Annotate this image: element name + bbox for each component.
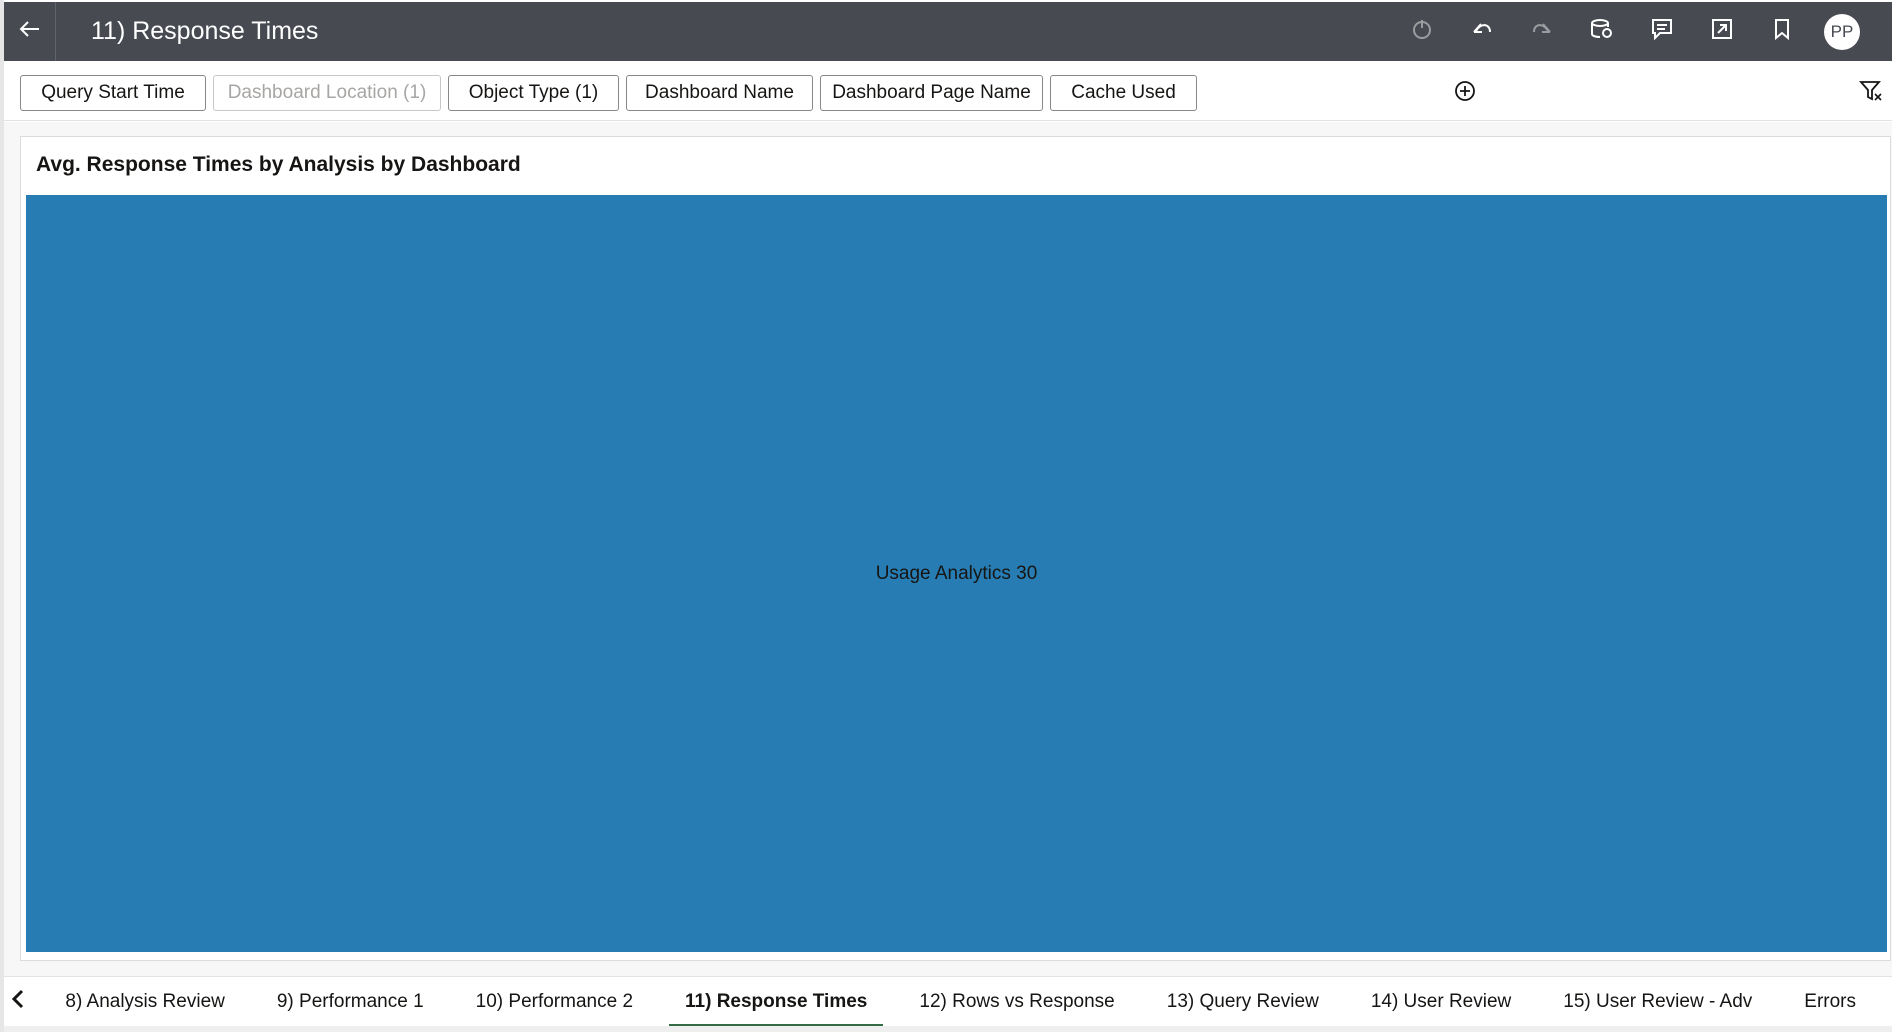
refresh-button[interactable] <box>1392 2 1452 61</box>
visualization-panel[interactable]: Avg. Response Times by Analysis by Dashb… <box>20 136 1891 961</box>
data-refresh-icon <box>1590 18 1614 45</box>
filter-toggle-button[interactable] <box>1856 79 1886 107</box>
tabs-scroll-left-button[interactable] <box>4 977 31 1027</box>
filter-query-start-time[interactable]: Query Start Time <box>20 75 206 111</box>
undo-icon <box>1471 19 1493 44</box>
redo-icon <box>1531 19 1553 44</box>
tab-user-review[interactable]: 14) User Review <box>1355 977 1527 1027</box>
tab-user-review-adv[interactable]: 15) User Review - Adv <box>1547 977 1768 1027</box>
bookmark-button[interactable] <box>1752 2 1812 61</box>
present-button[interactable] <box>1692 2 1752 61</box>
app-header: 11) Response Times PP <box>4 2 1892 61</box>
filter-dashboard-location[interactable]: Dashboard Location (1) <box>213 75 441 111</box>
tab-query-review[interactable]: 13) Query Review <box>1151 977 1335 1027</box>
filter-dashboard-page-name[interactable]: Dashboard Page Name <box>820 75 1043 111</box>
bookmark-icon <box>1773 18 1791 45</box>
chevron-left-icon <box>11 989 25 1014</box>
tab-analysis-review[interactable]: 8) Analysis Review <box>49 977 240 1027</box>
treemap-tile-label: Usage Analytics 30 <box>875 562 1038 584</box>
redo-button[interactable] <box>1512 2 1572 61</box>
tabs-list: 8) Analysis Review 9) Performance 1 10) … <box>49 977 1892 1027</box>
tab-errors[interactable]: Errors <box>1788 977 1872 1027</box>
treemap-chart: Usage Analytics 30 <box>26 195 1887 952</box>
filter-cache-used[interactable]: Cache Used <box>1050 75 1197 111</box>
add-circle-icon <box>1454 80 1476 107</box>
refresh-icon <box>1411 18 1433 45</box>
tab-response-times[interactable]: 11) Response Times <box>669 977 884 1027</box>
tab-performance-1[interactable]: 9) Performance 1 <box>261 977 440 1027</box>
filter-dashboard-name[interactable]: Dashboard Name <box>626 75 813 111</box>
tab-performance-2[interactable]: 10) Performance 2 <box>460 977 649 1027</box>
arrow-left-icon <box>19 20 41 43</box>
present-icon <box>1711 18 1733 45</box>
filter-icon <box>1859 80 1883 107</box>
data-refresh-button[interactable] <box>1572 2 1632 61</box>
page-tab-bar: 8) Analysis Review 9) Performance 1 10) … <box>4 976 1892 1027</box>
undo-button[interactable] <box>1452 2 1512 61</box>
comments-button[interactable] <box>1632 2 1692 61</box>
user-avatar[interactable]: PP <box>1824 13 1860 50</box>
visualization-title: Avg. Response Times by Analysis by Dashb… <box>36 153 521 176</box>
filter-object-type[interactable]: Object Type (1) <box>448 75 619 111</box>
filter-bar: Query Start Time Dashboard Location (1) … <box>4 61 1892 121</box>
tab-rows-vs-response[interactable]: 12) Rows vs Response <box>903 977 1130 1027</box>
page-title: 11) Response Times <box>91 17 319 45</box>
header-actions: PP <box>1392 2 1860 61</box>
back-button[interactable] <box>4 2 56 61</box>
treemap-tile-usage-analytics[interactable]: Usage Analytics 30 <box>26 195 1887 952</box>
comments-icon <box>1651 18 1673 45</box>
add-filter-button[interactable] <box>1452 80 1478 106</box>
canvas-area: Avg. Response Times by Analysis by Dashb… <box>4 122 1892 976</box>
bottom-edge <box>4 1026 1892 1032</box>
